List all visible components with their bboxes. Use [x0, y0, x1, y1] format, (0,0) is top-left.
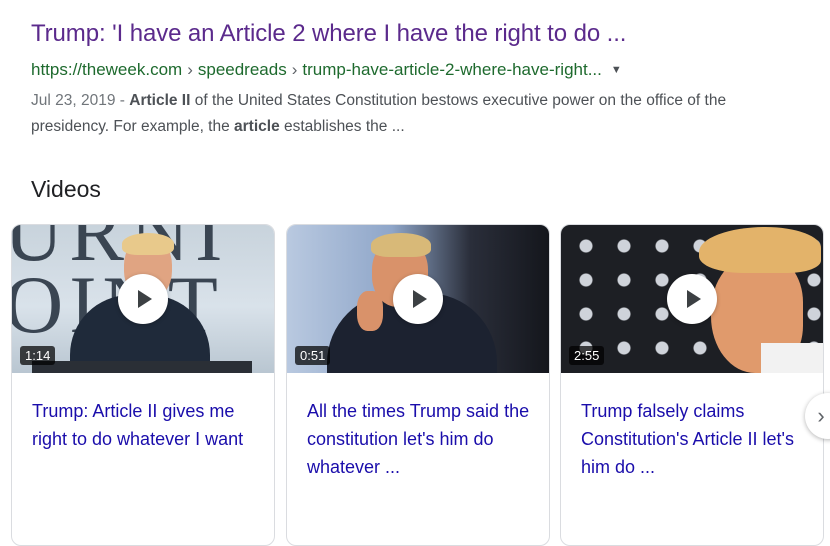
- video-duration: 0:51: [295, 346, 331, 365]
- snippet-date: Jul 23, 2019: [31, 92, 116, 109]
- video-card-2[interactable]: 0:51 All the times Trump said the consti…: [286, 224, 550, 546]
- caret-down-icon[interactable]: ▼: [611, 64, 622, 76]
- speaker-hair: [371, 233, 431, 257]
- podium: [32, 361, 252, 373]
- result-title[interactable]: Trump: 'I have an Article 2 where I have…: [31, 20, 626, 48]
- url-path-2: trump-have-article-2-where-have-right...: [302, 60, 602, 79]
- url-domain: https://theweek.com: [31, 60, 183, 79]
- result-url[interactable]: https://theweek.com › speedreads › trump…: [31, 60, 622, 80]
- video-duration: 2:55: [569, 346, 605, 365]
- video-title[interactable]: Trump falsely claims Constitution's Arti…: [581, 397, 811, 481]
- url-separator: ›: [187, 60, 193, 79]
- play-icon: [138, 290, 152, 308]
- videos-heading: Videos: [31, 176, 101, 202]
- video-title[interactable]: Trump: Article II gives me right to do w…: [32, 397, 262, 453]
- speaker-collar: [761, 343, 823, 373]
- url-separator: ›: [291, 60, 298, 79]
- video-thumbnail[interactable]: URNI OINT 1:14: [12, 225, 274, 373]
- snippet-bold: article: [234, 118, 280, 135]
- video-card-1[interactable]: URNI OINT 1:14 Trump: Article II gives m…: [11, 224, 275, 546]
- url-path-1: speedreads: [197, 60, 287, 79]
- video-thumbnail[interactable]: 0:51: [287, 225, 549, 373]
- snippet-text: establishes the ...: [279, 118, 405, 135]
- speaker-hair: [122, 233, 174, 255]
- speaker-hand: [357, 291, 383, 331]
- play-icon: [413, 290, 427, 308]
- play-button[interactable]: [393, 274, 443, 324]
- speaker-hair: [699, 227, 821, 273]
- play-button[interactable]: [118, 274, 168, 324]
- video-card-3[interactable]: 2:55 Trump falsely claims Constitution's…: [560, 224, 824, 546]
- video-title[interactable]: All the times Trump said the constitutio…: [307, 397, 537, 481]
- result-snippet: Jul 23, 2019 - Article II of the United …: [31, 88, 801, 140]
- snippet-bold: Article II: [129, 92, 191, 109]
- video-thumbnail[interactable]: 2:55: [561, 225, 823, 373]
- play-icon: [687, 290, 701, 308]
- chevron-right-icon: ›: [817, 403, 825, 428]
- video-duration: 1:14: [20, 346, 56, 365]
- snippet-date-sep: -: [115, 92, 130, 109]
- play-button[interactable]: [667, 274, 717, 324]
